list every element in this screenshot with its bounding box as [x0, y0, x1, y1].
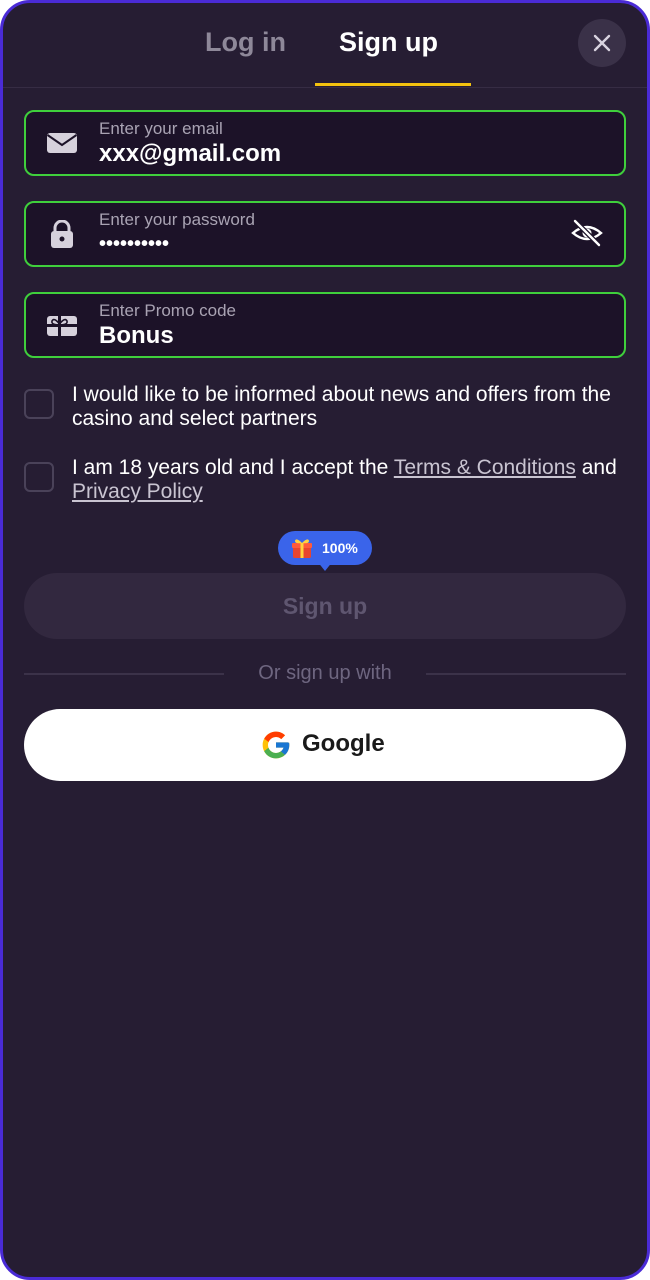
email-label: Enter your email: [99, 119, 223, 138]
password-field[interactable]: Enter your password ••••••••••: [24, 201, 626, 267]
signup-button[interactable]: Sign up: [24, 573, 626, 639]
email-input[interactable]: xxx@gmail.com: [99, 140, 281, 168]
promo-code-field[interactable]: Enter Promo code Bonus: [24, 292, 626, 358]
terms-prefix: I am 18 years old and I accept the: [72, 456, 394, 479]
close-button[interactable]: [578, 19, 626, 67]
lock-icon: [51, 220, 73, 248]
envelope-icon: [46, 133, 78, 153]
privacy-policy-link[interactable]: Privacy Policy: [72, 480, 203, 503]
terms-checkbox[interactable]: [24, 462, 54, 492]
terms-middle: and: [575, 456, 617, 479]
terms-label: I am 18 years old and I accept the Terms…: [72, 456, 622, 504]
divider-right: [426, 673, 626, 675]
gift-icon: [292, 539, 312, 558]
promo-code-input[interactable]: Bonus: [99, 322, 174, 350]
modal-header: Log in Sign up: [3, 3, 647, 88]
password-input[interactable]: ••••••••••: [99, 233, 169, 256]
google-signup-button[interactable]: Google: [24, 709, 626, 781]
google-label: Google: [302, 730, 385, 757]
badge-pointer: [317, 561, 333, 571]
close-icon: [593, 34, 611, 52]
gift-card-icon: [47, 316, 77, 336]
bonus-badge: 100%: [278, 531, 372, 571]
bonus-percent: 100%: [322, 540, 358, 556]
email-field[interactable]: Enter your email xxx@gmail.com: [24, 110, 626, 176]
signup-modal: Log in Sign up Enter your email xxx@gmai…: [0, 0, 650, 1280]
tab-signup[interactable]: Sign up: [339, 27, 438, 58]
divider-left: [24, 673, 224, 675]
google-icon: [262, 731, 290, 759]
news-opt-in-checkbox[interactable]: [24, 389, 54, 419]
eye-off-icon[interactable]: [570, 217, 604, 249]
promo-code-label: Enter Promo code: [99, 301, 237, 320]
divider-text: Or sign up with: [258, 662, 392, 684]
active-tab-indicator: [315, 83, 471, 86]
terms-link[interactable]: Terms & Conditions: [394, 456, 576, 479]
password-label: Enter your password: [99, 210, 255, 229]
news-opt-in-label: I would like to be informed about news a…: [72, 383, 611, 430]
tab-login[interactable]: Log in: [205, 27, 286, 58]
